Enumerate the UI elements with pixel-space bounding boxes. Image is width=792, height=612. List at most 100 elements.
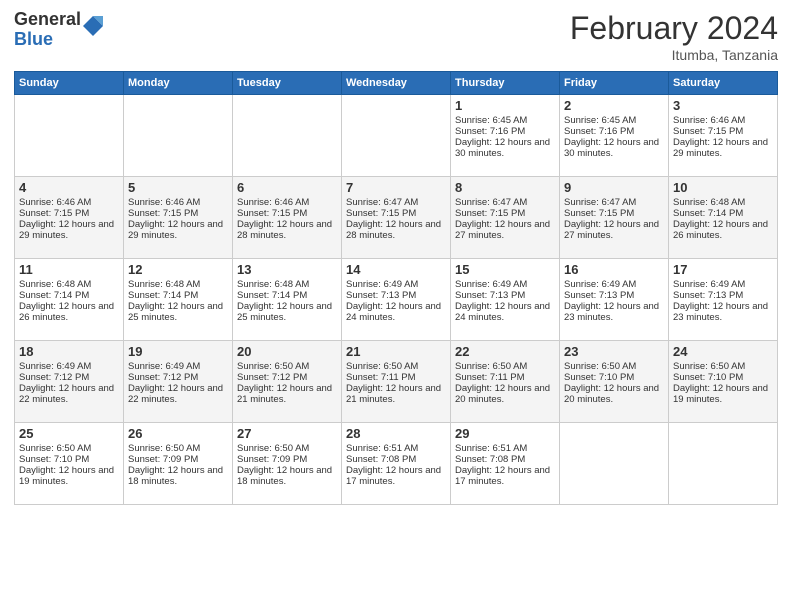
calendar-cell: 26Sunrise: 6:50 AMSunset: 7:09 PMDayligh…	[124, 423, 233, 505]
calendar-cell: 12Sunrise: 6:48 AMSunset: 7:14 PMDayligh…	[124, 259, 233, 341]
calendar-cell: 19Sunrise: 6:49 AMSunset: 7:12 PMDayligh…	[124, 341, 233, 423]
calendar-week: 25Sunrise: 6:50 AMSunset: 7:10 PMDayligh…	[15, 423, 778, 505]
calendar-cell: 28Sunrise: 6:51 AMSunset: 7:08 PMDayligh…	[342, 423, 451, 505]
daylight-text: Daylight: 12 hours and 22 minutes.	[19, 383, 119, 405]
sunset-text: Sunset: 7:10 PM	[19, 454, 119, 465]
daylight-text: Daylight: 12 hours and 17 minutes.	[455, 465, 555, 487]
day-number: 6	[237, 180, 337, 195]
daylight-text: Daylight: 12 hours and 27 minutes.	[564, 219, 664, 241]
daylight-text: Daylight: 12 hours and 18 minutes.	[128, 465, 228, 487]
day-number: 15	[455, 262, 555, 277]
sunrise-text: Sunrise: 6:47 AM	[564, 197, 664, 208]
daylight-text: Daylight: 12 hours and 20 minutes.	[455, 383, 555, 405]
daylight-text: Daylight: 12 hours and 29 minutes.	[128, 219, 228, 241]
calendar-cell: 3Sunrise: 6:46 AMSunset: 7:15 PMDaylight…	[669, 95, 778, 177]
title-area: February 2024 Itumba, Tanzania	[570, 10, 778, 63]
sunset-text: Sunset: 7:10 PM	[564, 372, 664, 383]
daylight-text: Daylight: 12 hours and 22 minutes.	[128, 383, 228, 405]
sunrise-text: Sunrise: 6:47 AM	[346, 197, 446, 208]
logo-icon	[83, 16, 103, 36]
day-number: 22	[455, 344, 555, 359]
daylight-text: Daylight: 12 hours and 23 minutes.	[673, 301, 773, 323]
sunset-text: Sunset: 7:15 PM	[564, 208, 664, 219]
sunrise-text: Sunrise: 6:48 AM	[237, 279, 337, 290]
header-day: Thursday	[451, 72, 560, 95]
sunset-text: Sunset: 7:15 PM	[19, 208, 119, 219]
sunrise-text: Sunrise: 6:48 AM	[673, 197, 773, 208]
daylight-text: Daylight: 12 hours and 21 minutes.	[346, 383, 446, 405]
calendar-cell: 7Sunrise: 6:47 AMSunset: 7:15 PMDaylight…	[342, 177, 451, 259]
daylight-text: Daylight: 12 hours and 20 minutes.	[564, 383, 664, 405]
sunset-text: Sunset: 7:12 PM	[128, 372, 228, 383]
daylight-text: Daylight: 12 hours and 17 minutes.	[346, 465, 446, 487]
location: Itumba, Tanzania	[570, 47, 778, 63]
calendar-cell: 16Sunrise: 6:49 AMSunset: 7:13 PMDayligh…	[560, 259, 669, 341]
daylight-text: Daylight: 12 hours and 28 minutes.	[346, 219, 446, 241]
day-number: 26	[128, 426, 228, 441]
calendar-cell: 9Sunrise: 6:47 AMSunset: 7:15 PMDaylight…	[560, 177, 669, 259]
daylight-text: Daylight: 12 hours and 25 minutes.	[237, 301, 337, 323]
day-number: 12	[128, 262, 228, 277]
day-number: 25	[19, 426, 119, 441]
sunset-text: Sunset: 7:13 PM	[346, 290, 446, 301]
calendar-cell: 1Sunrise: 6:45 AMSunset: 7:16 PMDaylight…	[451, 95, 560, 177]
calendar-cell: 8Sunrise: 6:47 AMSunset: 7:15 PMDaylight…	[451, 177, 560, 259]
daylight-text: Daylight: 12 hours and 26 minutes.	[673, 219, 773, 241]
sunset-text: Sunset: 7:10 PM	[673, 372, 773, 383]
calendar-cell: 22Sunrise: 6:50 AMSunset: 7:11 PMDayligh…	[451, 341, 560, 423]
day-number: 23	[564, 344, 664, 359]
calendar-cell	[560, 423, 669, 505]
sunrise-text: Sunrise: 6:50 AM	[455, 361, 555, 372]
calendar-cell: 27Sunrise: 6:50 AMSunset: 7:09 PMDayligh…	[233, 423, 342, 505]
sunrise-text: Sunrise: 6:45 AM	[564, 115, 664, 126]
sunrise-text: Sunrise: 6:48 AM	[128, 279, 228, 290]
header: General Blue February 2024 Itumba, Tanza…	[14, 10, 778, 63]
calendar-week: 11Sunrise: 6:48 AMSunset: 7:14 PMDayligh…	[15, 259, 778, 341]
sunrise-text: Sunrise: 6:46 AM	[237, 197, 337, 208]
day-number: 18	[19, 344, 119, 359]
sunset-text: Sunset: 7:16 PM	[455, 126, 555, 137]
logo-blue: Blue	[14, 30, 81, 50]
sunset-text: Sunset: 7:12 PM	[19, 372, 119, 383]
day-number: 29	[455, 426, 555, 441]
sunrise-text: Sunrise: 6:51 AM	[346, 443, 446, 454]
day-number: 3	[673, 98, 773, 113]
daylight-text: Daylight: 12 hours and 26 minutes.	[19, 301, 119, 323]
calendar-cell: 13Sunrise: 6:48 AMSunset: 7:14 PMDayligh…	[233, 259, 342, 341]
logo-text: General Blue	[14, 10, 81, 50]
sunrise-text: Sunrise: 6:50 AM	[346, 361, 446, 372]
daylight-text: Daylight: 12 hours and 25 minutes.	[128, 301, 228, 323]
sunset-text: Sunset: 7:12 PM	[237, 372, 337, 383]
sunrise-text: Sunrise: 6:50 AM	[128, 443, 228, 454]
sunrise-text: Sunrise: 6:49 AM	[673, 279, 773, 290]
day-number: 8	[455, 180, 555, 195]
sunset-text: Sunset: 7:15 PM	[455, 208, 555, 219]
calendar-table: SundayMondayTuesdayWednesdayThursdayFrid…	[14, 71, 778, 505]
day-number: 13	[237, 262, 337, 277]
calendar-cell: 15Sunrise: 6:49 AMSunset: 7:13 PMDayligh…	[451, 259, 560, 341]
daylight-text: Daylight: 12 hours and 29 minutes.	[673, 137, 773, 159]
day-number: 10	[673, 180, 773, 195]
calendar-cell: 4Sunrise: 6:46 AMSunset: 7:15 PMDaylight…	[15, 177, 124, 259]
sunrise-text: Sunrise: 6:49 AM	[128, 361, 228, 372]
calendar-week: 1Sunrise: 6:45 AMSunset: 7:16 PMDaylight…	[15, 95, 778, 177]
day-number: 20	[237, 344, 337, 359]
calendar-header: SundayMondayTuesdayWednesdayThursdayFrid…	[15, 72, 778, 95]
daylight-text: Daylight: 12 hours and 24 minutes.	[455, 301, 555, 323]
sunrise-text: Sunrise: 6:50 AM	[237, 443, 337, 454]
daylight-text: Daylight: 12 hours and 28 minutes.	[237, 219, 337, 241]
sunset-text: Sunset: 7:13 PM	[455, 290, 555, 301]
calendar-cell: 29Sunrise: 6:51 AMSunset: 7:08 PMDayligh…	[451, 423, 560, 505]
daylight-text: Daylight: 12 hours and 23 minutes.	[564, 301, 664, 323]
day-number: 11	[19, 262, 119, 277]
daylight-text: Daylight: 12 hours and 21 minutes.	[237, 383, 337, 405]
daylight-text: Daylight: 12 hours and 30 minutes.	[564, 137, 664, 159]
daylight-text: Daylight: 12 hours and 29 minutes.	[19, 219, 119, 241]
sunrise-text: Sunrise: 6:50 AM	[237, 361, 337, 372]
sunrise-text: Sunrise: 6:51 AM	[455, 443, 555, 454]
sunrise-text: Sunrise: 6:50 AM	[564, 361, 664, 372]
calendar-body: 1Sunrise: 6:45 AMSunset: 7:16 PMDaylight…	[15, 95, 778, 505]
day-number: 16	[564, 262, 664, 277]
daylight-text: Daylight: 12 hours and 19 minutes.	[19, 465, 119, 487]
header-day: Friday	[560, 72, 669, 95]
